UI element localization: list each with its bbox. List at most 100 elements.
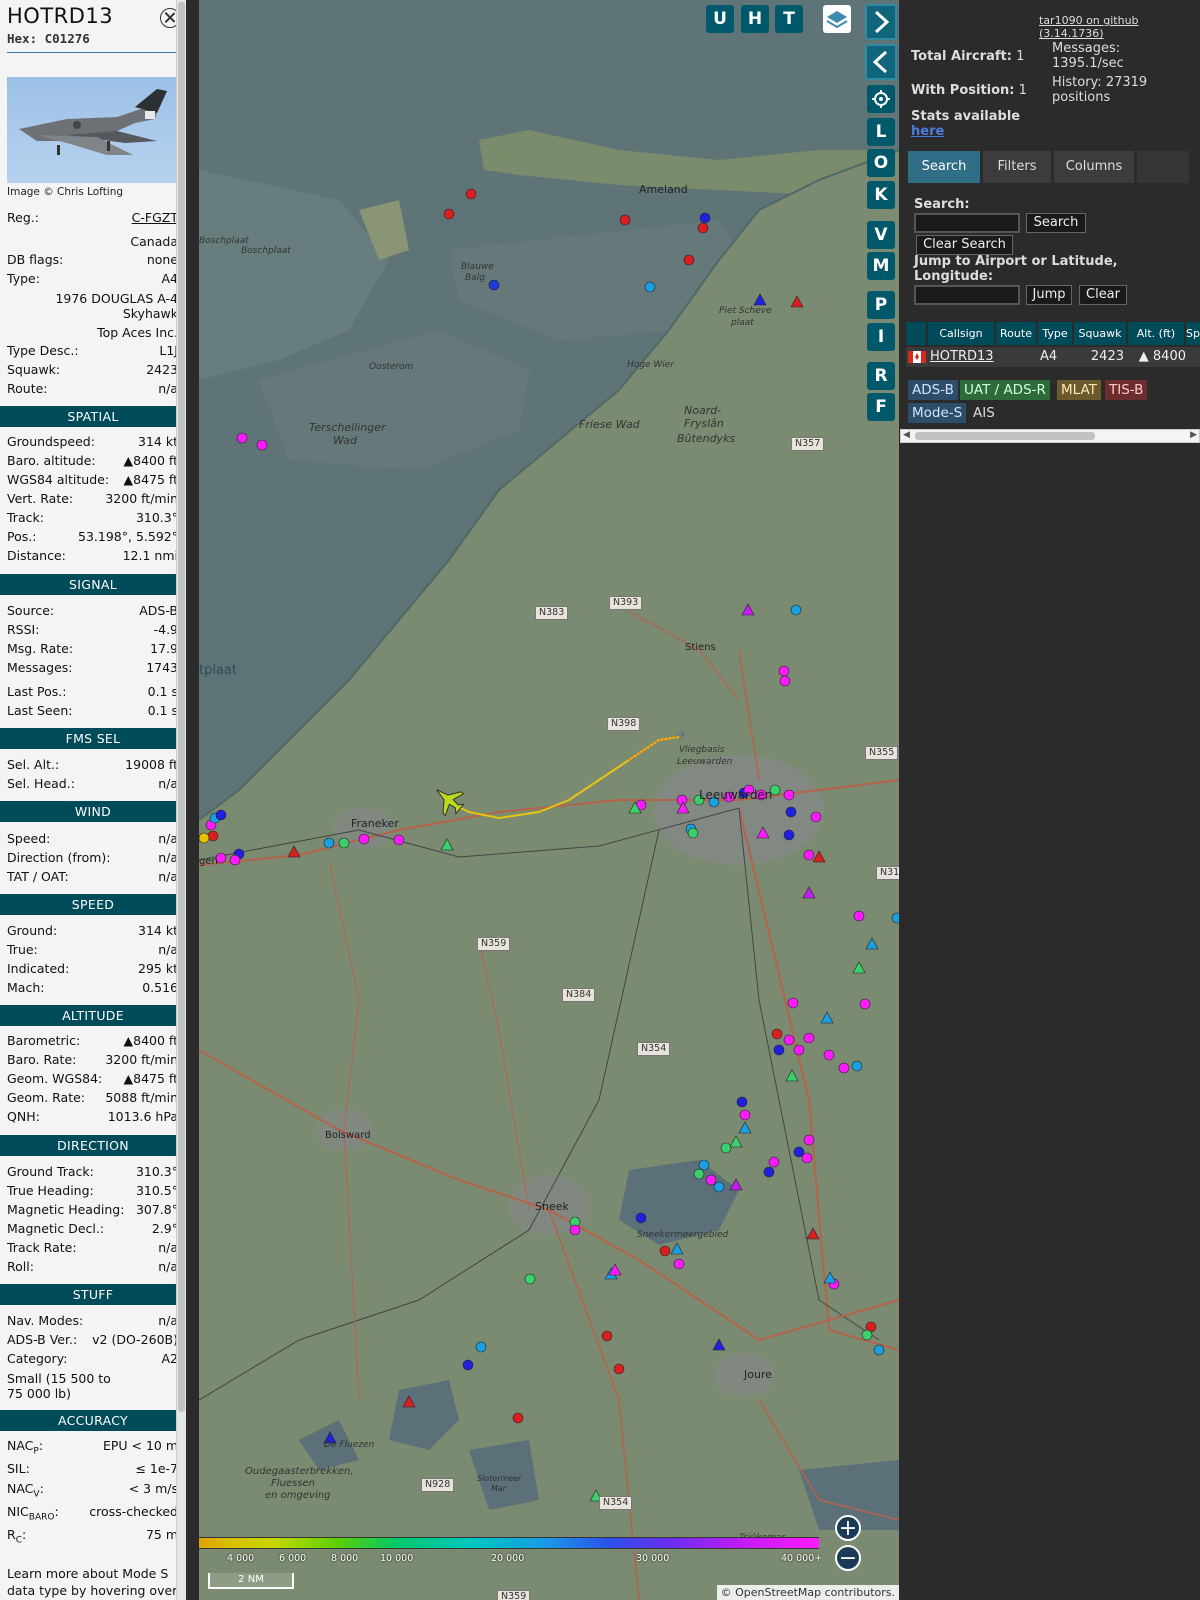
aircraft-marker[interactable] (783, 829, 795, 841)
aircraft-marker[interactable] (215, 809, 227, 821)
aircraft-marker[interactable] (803, 1032, 815, 1044)
aircraft-marker[interactable] (851, 1060, 863, 1072)
zoom-in-button[interactable]: + (835, 1515, 861, 1541)
legend-tisb[interactable]: TIS-B (1105, 380, 1148, 400)
aircraft-marker[interactable] (768, 1156, 780, 1168)
aircraft-marker[interactable] (462, 1359, 474, 1371)
aircraft-marker[interactable] (783, 789, 795, 801)
map-toggle-v-button[interactable]: V (867, 221, 895, 249)
tab-search[interactable]: Search (908, 151, 980, 183)
section-speed[interactable]: SPEED (0, 894, 186, 915)
aircraft-marker[interactable] (256, 439, 268, 451)
aircraft-marker[interactable] (465, 188, 477, 200)
aircraft-marker[interactable] (569, 1224, 581, 1236)
jump-input[interactable] (914, 285, 1020, 305)
scroll-left-icon[interactable]: ◀ (903, 430, 910, 440)
table-header-type[interactable]: Type (1038, 322, 1072, 345)
section-spatial[interactable]: SPATIAL (0, 406, 186, 427)
aircraft-marker[interactable] (236, 432, 248, 444)
table-scrollbar-thumb[interactable] (915, 432, 1095, 440)
aircraft-marker[interactable] (393, 834, 405, 846)
legend-modes[interactable]: Mode-S (908, 403, 967, 423)
table-header-speed[interactable]: Sp (1186, 322, 1200, 345)
map-toggle-m-button[interactable]: M (867, 252, 895, 280)
aircraft-marker[interactable] (861, 1329, 873, 1341)
table-header-squawk[interactable]: Squawk (1074, 322, 1126, 345)
aircraft-marker[interactable] (787, 997, 799, 1009)
aircraft-marker[interactable] (790, 604, 802, 616)
aircraft-marker[interactable] (338, 837, 350, 849)
aircraft-marker[interactable] (323, 837, 335, 849)
aircraft-marker[interactable] (771, 1028, 783, 1040)
aircraft-marker[interactable] (693, 1168, 705, 1180)
legend-mlat[interactable]: MLAT (1057, 380, 1101, 400)
aircraft-marker[interactable] (443, 208, 455, 220)
aircraft-marker[interactable] (763, 1166, 775, 1178)
aircraft-photo[interactable] (7, 77, 178, 183)
table-header-route[interactable]: Route (996, 322, 1036, 345)
legend-ais[interactable]: AIS (969, 403, 999, 423)
section-direction[interactable]: DIRECTION (0, 1135, 186, 1156)
aircraft-marker[interactable] (838, 1062, 850, 1074)
tab-filters[interactable]: Filters (983, 151, 1051, 183)
toggle-u-button[interactable]: U (706, 5, 734, 33)
section-altitude[interactable]: ALTITUDE (0, 1005, 186, 1026)
table-header-altitude[interactable]: Alt. (ft) (1128, 322, 1184, 345)
aircraft-marker[interactable] (199, 832, 210, 844)
aircraft-marker[interactable] (619, 214, 631, 226)
map-toggle-p-button[interactable]: P (867, 291, 895, 319)
row-callsign[interactable]: HOTRD13 (930, 347, 994, 367)
info-scrollbar[interactable] (176, 0, 186, 1600)
expand-right-button[interactable] (865, 4, 897, 40)
aircraft-marker[interactable] (644, 281, 656, 293)
search-input[interactable] (914, 213, 1020, 233)
aircraft-marker[interactable] (785, 806, 797, 818)
map-toggle-o-button[interactable]: O (867, 149, 895, 177)
clear-button[interactable]: Clear (1079, 285, 1127, 305)
aircraft-marker[interactable] (853, 910, 865, 922)
clear-search-button[interactable]: Clear Search (916, 235, 1013, 255)
aircraft-marker[interactable] (793, 1044, 805, 1056)
aircraft-marker[interactable] (823, 1049, 835, 1061)
map-toggle-i-button[interactable]: I (867, 323, 895, 351)
aircraft-marker[interactable] (891, 912, 899, 924)
settings-button[interactable] (867, 85, 895, 113)
map-view[interactable]: ✈ Ameland Boschplaat Boschplaat Blauwe Balg O… (199, 0, 899, 1600)
section-wind[interactable]: WIND (0, 801, 186, 822)
aircraft-marker[interactable] (673, 1258, 685, 1270)
aircraft-marker[interactable] (613, 1363, 625, 1375)
map-toggle-r-button[interactable]: R (867, 362, 895, 390)
legend-adsb[interactable]: ADS-B (908, 380, 958, 400)
section-fms-sel[interactable]: FMS SEL (0, 728, 186, 749)
aircraft-marker[interactable] (475, 1341, 487, 1353)
aircraft-marker[interactable] (803, 849, 815, 861)
aircraft-marker[interactable] (713, 1181, 725, 1193)
table-scrollbar[interactable]: ◀ ▶ (900, 429, 1200, 443)
toggle-t-button[interactable]: T (775, 5, 803, 33)
section-stuff[interactable]: STUFF (0, 1284, 186, 1305)
legend-uat[interactable]: UAT / ADS-R (960, 380, 1050, 400)
aircraft-marker[interactable] (803, 1134, 815, 1146)
aircraft-marker[interactable] (783, 1034, 795, 1046)
tab-columns[interactable]: Columns (1054, 151, 1134, 183)
scrollbar-thumb[interactable] (178, 2, 185, 1412)
github-link[interactable]: tar1090 on github (3.14.1736) (1039, 14, 1200, 40)
map-toggle-f-button[interactable]: F (867, 393, 895, 421)
aircraft-marker[interactable] (720, 1142, 732, 1154)
section-signal[interactable]: SIGNAL (0, 574, 186, 595)
registration-link[interactable]: C-FGZT (132, 209, 178, 227)
map-attribution[interactable]: © OpenStreetMap contributors. (716, 1585, 899, 1600)
aircraft-marker[interactable] (659, 1245, 671, 1257)
aircraft-marker[interactable] (736, 1096, 748, 1108)
aircraft-marker[interactable] (512, 1412, 524, 1424)
aircraft-marker[interactable] (207, 830, 219, 842)
scroll-right-icon[interactable]: ▶ (1190, 430, 1197, 440)
aircraft-marker[interactable] (635, 1212, 647, 1224)
aircraft-marker[interactable] (810, 811, 822, 823)
aircraft-marker[interactable] (698, 1159, 710, 1171)
layers-button[interactable] (823, 5, 851, 33)
aircraft-marker[interactable] (358, 833, 370, 845)
aircraft-marker[interactable] (778, 665, 790, 677)
aircraft-marker[interactable] (687, 827, 699, 839)
jump-button[interactable]: Jump (1026, 285, 1072, 305)
